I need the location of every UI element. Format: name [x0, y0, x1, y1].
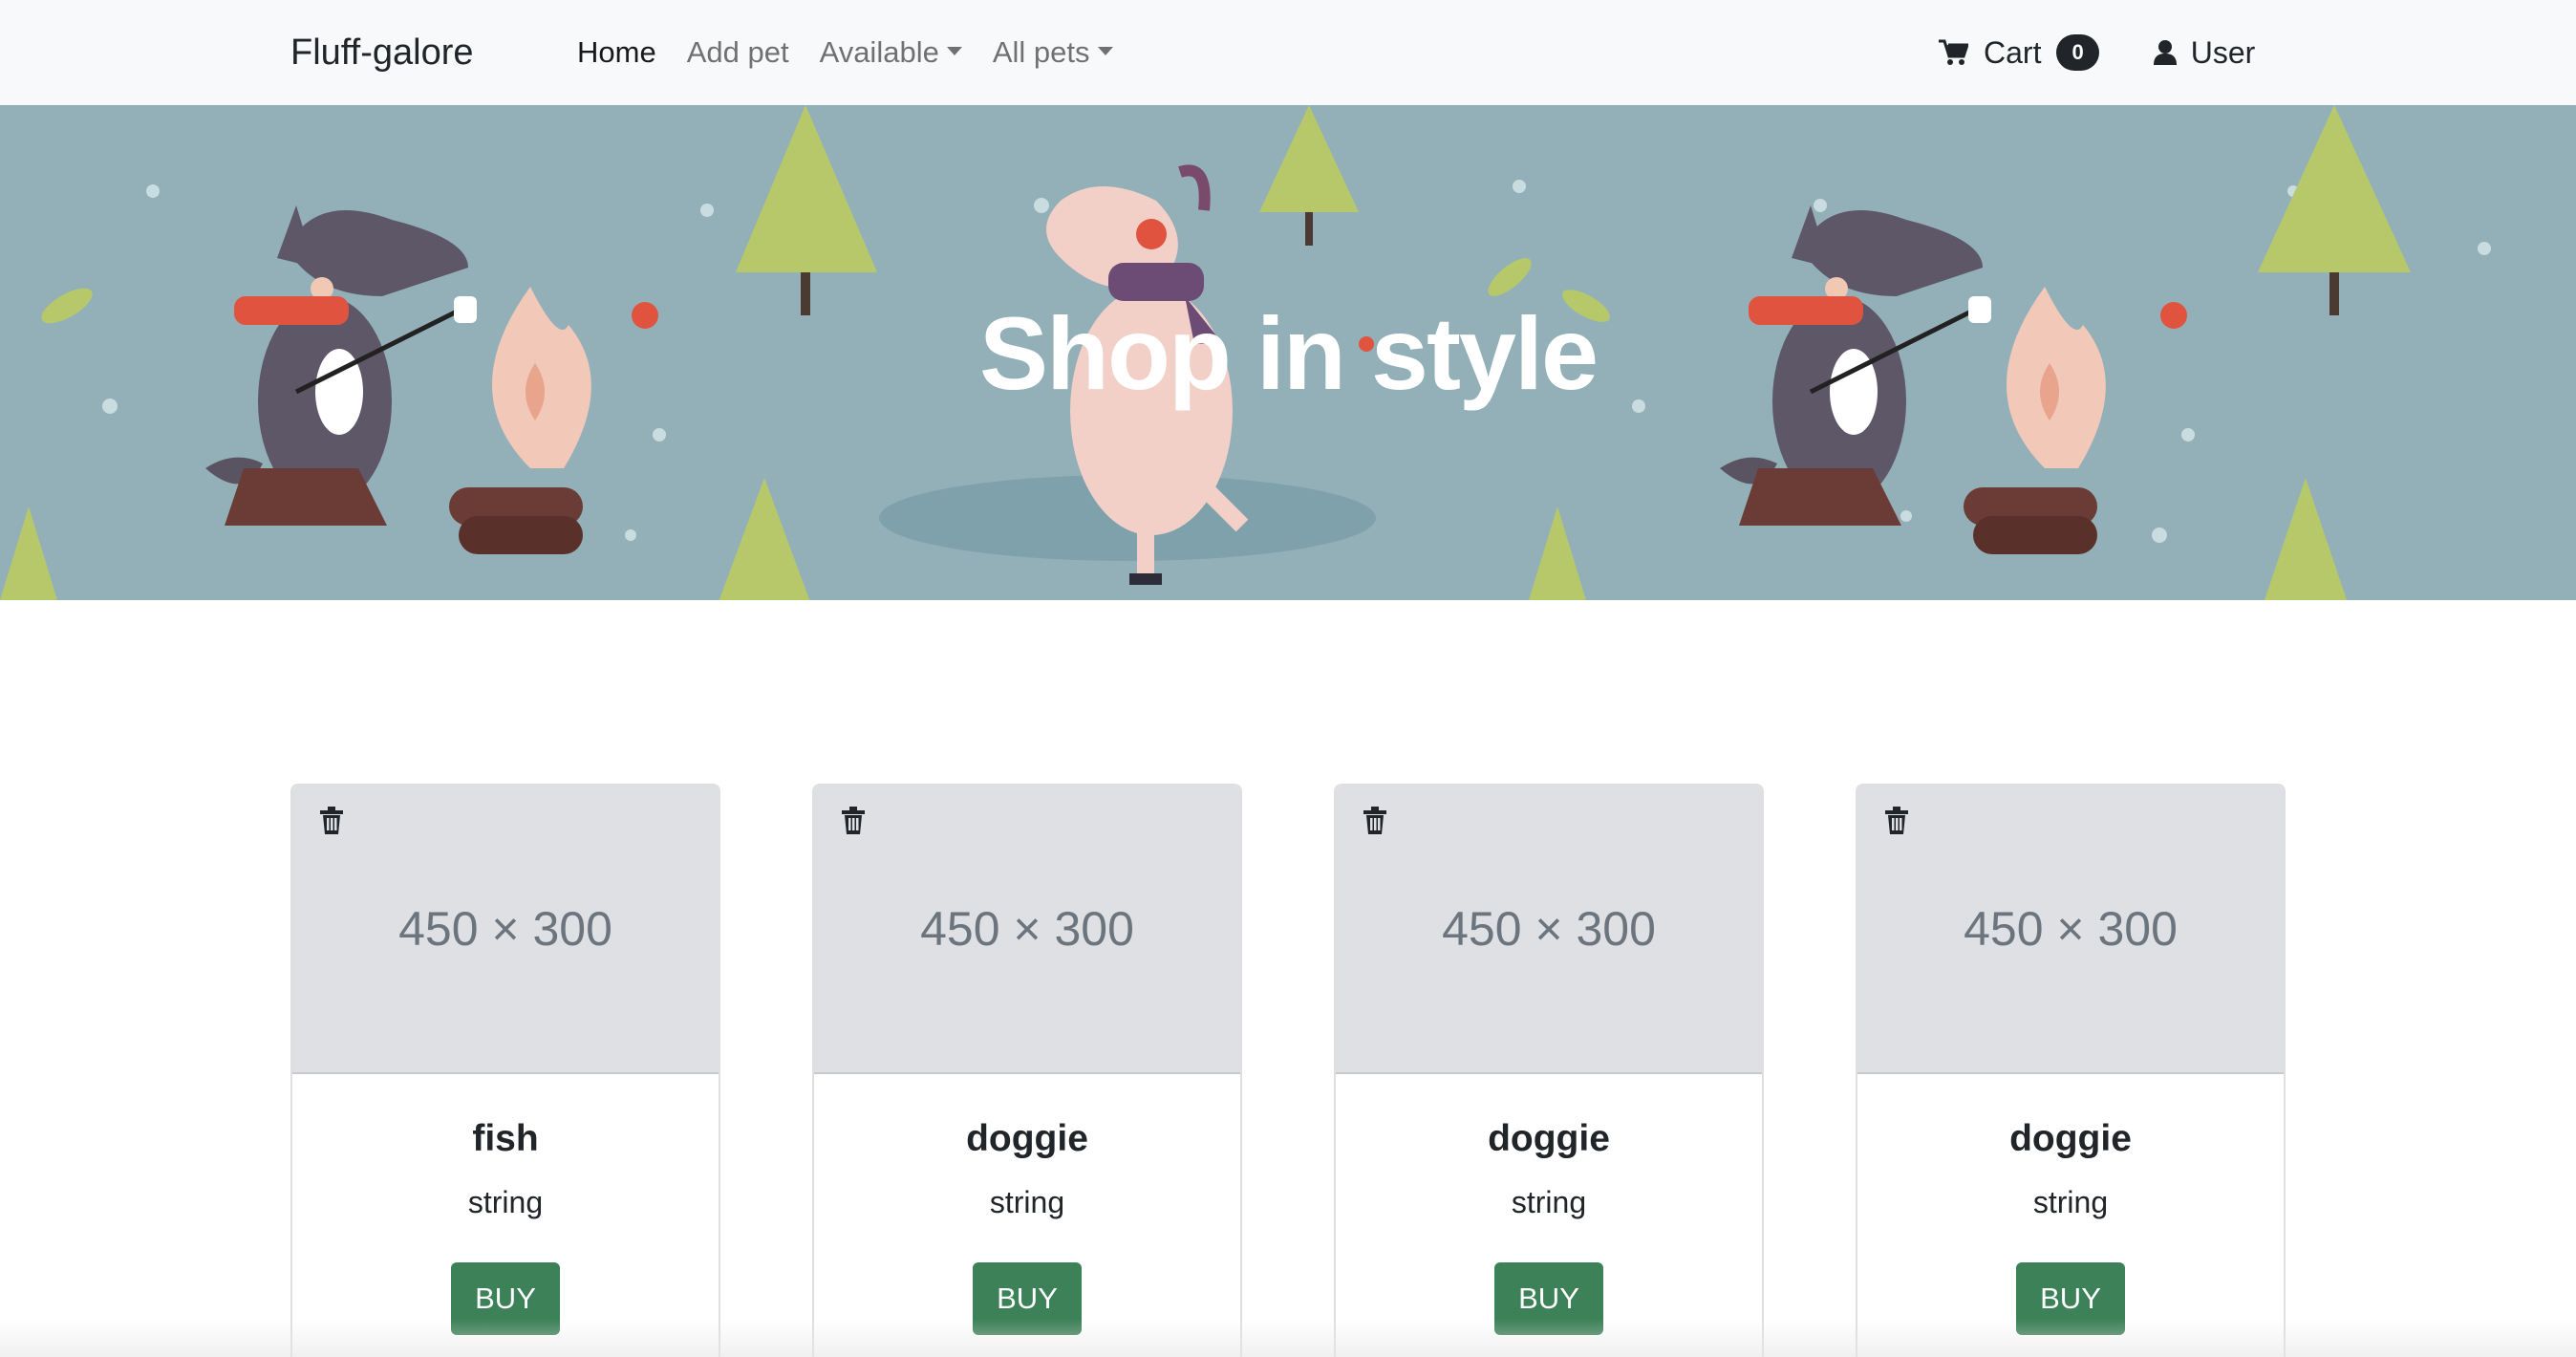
- card-text: string: [2032, 1185, 2109, 1219]
- card-text: string: [467, 1185, 544, 1219]
- image-placeholder-text: 450 × 300: [398, 902, 612, 956]
- trash-icon[interactable]: [1363, 807, 1387, 840]
- nav-dropdown-available-label: Available: [819, 35, 939, 69]
- user-icon: [2153, 40, 2177, 65]
- pet-card: 450 × 300 doggie string BUY: [1334, 784, 1764, 1357]
- user-label: User: [2190, 34, 2256, 70]
- hero-title: Shop in style: [978, 294, 1599, 411]
- card-title: fish: [472, 1118, 539, 1159]
- user-menu[interactable]: User: [2153, 34, 2256, 71]
- nav-link-home[interactable]: Home: [577, 35, 656, 70]
- caret-down-icon: [1097, 46, 1113, 55]
- nav-dropdown-all-pets-label: All pets: [992, 35, 1090, 69]
- card-image-placeholder: 450 × 300: [814, 786, 1240, 1074]
- trash-icon[interactable]: [1884, 807, 1909, 840]
- image-placeholder-text: 450 × 300: [920, 902, 1134, 956]
- card-text: string: [1511, 1185, 1587, 1219]
- navbar: Fluff-galore Home Add pet Available All …: [0, 0, 2576, 105]
- card-image-placeholder: 450 × 300: [1336, 786, 1762, 1074]
- page: Fluff-galore Home Add pet Available All …: [0, 0, 2576, 1357]
- brand-link[interactable]: Fluff-galore: [290, 0, 474, 105]
- nav-right: Cart 0 User: [1938, 0, 2255, 105]
- bottom-shadow: [0, 1319, 2576, 1357]
- nav-dropdown-available[interactable]: Available: [820, 35, 962, 70]
- card-image-placeholder: 450 × 300: [292, 786, 719, 1074]
- image-placeholder-text: 450 × 300: [1442, 902, 1656, 956]
- pet-card: 450 × 300 doggie string BUY: [1856, 784, 2286, 1357]
- card-title: doggie: [2009, 1118, 2132, 1159]
- trash-icon[interactable]: [841, 807, 866, 840]
- nav-links: Home Add pet Available All pets: [577, 0, 1144, 105]
- card-title: doggie: [1488, 1118, 1610, 1159]
- card-image-placeholder: 450 × 300: [1857, 786, 2284, 1074]
- image-placeholder-text: 450 × 300: [1964, 902, 2178, 956]
- card-title: doggie: [966, 1118, 1088, 1159]
- nav-link-add-pet[interactable]: Add pet: [687, 35, 789, 70]
- pet-card: 450 × 300 doggie string BUY: [812, 784, 1242, 1357]
- cart-label: Cart: [1984, 34, 2042, 70]
- trash-icon[interactable]: [319, 807, 344, 840]
- cart-button[interactable]: Cart 0: [1938, 34, 2099, 71]
- pet-card: 450 × 300 fish string BUY: [290, 784, 720, 1357]
- card-text: string: [989, 1185, 1065, 1219]
- cart-icon: [1939, 39, 1968, 65]
- nav-dropdown-all-pets[interactable]: All pets: [993, 35, 1113, 70]
- caret-down-icon: [946, 46, 962, 55]
- cart-count-badge: 0: [2056, 34, 2099, 71]
- hero-banner: Shop in style: [0, 105, 2576, 600]
